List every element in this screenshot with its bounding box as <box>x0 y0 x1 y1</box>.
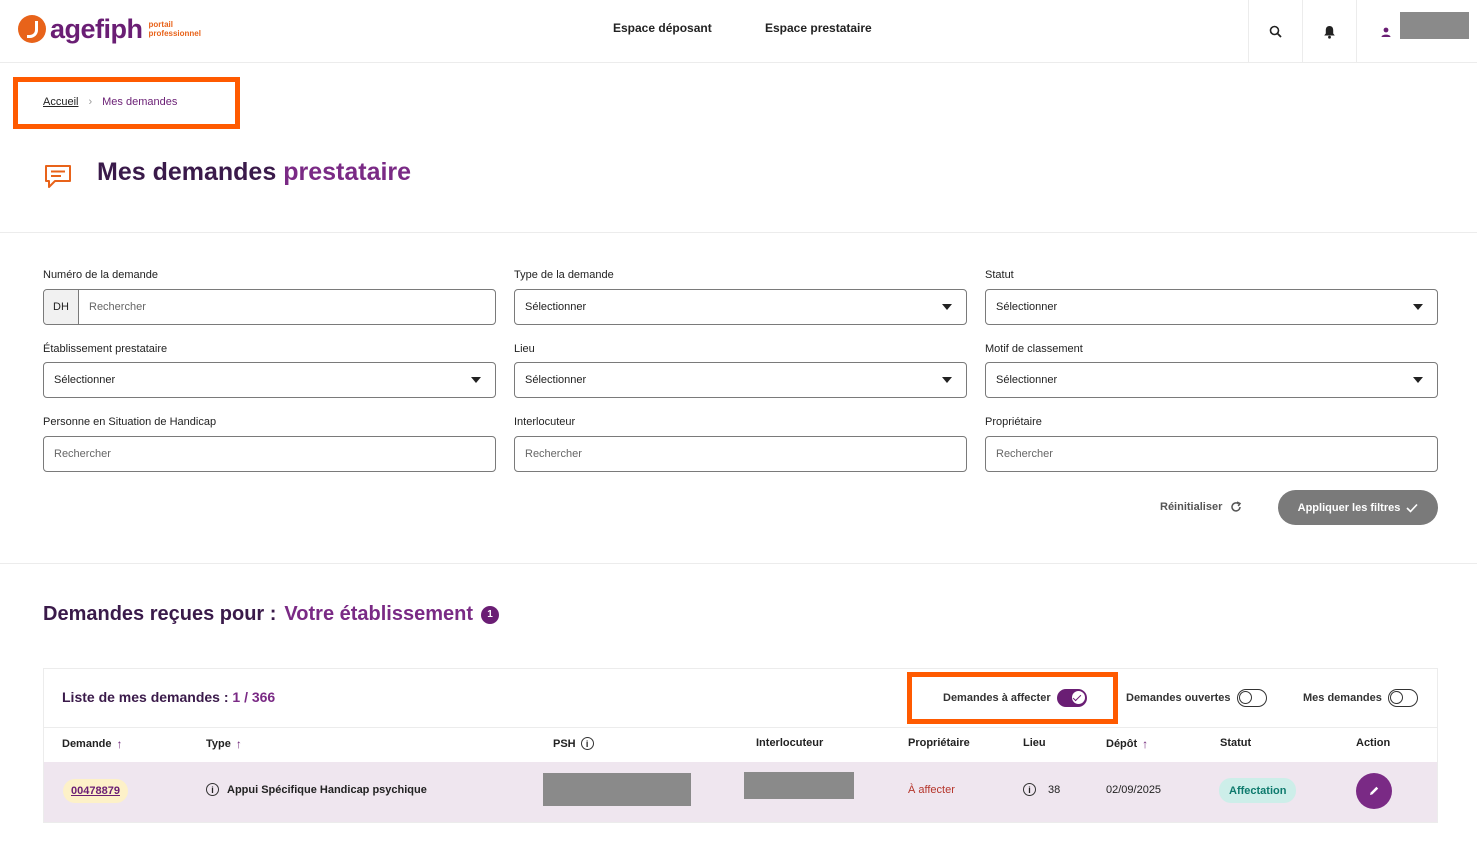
toggle-mes-demandes[interactable]: Mes demandes <box>1303 689 1418 707</box>
agefiph-logo-icon <box>18 15 46 43</box>
interlocuteur-label: Interlocuteur <box>514 416 576 428</box>
arrow-up-icon: ↑ <box>116 737 123 751</box>
nav-espace-deposant[interactable]: Espace déposant <box>613 21 712 35</box>
dh-prefix: DH <box>44 290 79 324</box>
notifications-button[interactable] <box>1302 0 1356 63</box>
user-icon <box>1381 27 1391 37</box>
status-badge: Affectation <box>1219 778 1297 803</box>
bell-icon <box>1324 25 1335 39</box>
section-title: Demandes reçues pour : Votre établisseme… <box>43 603 500 626</box>
proprietaire-input[interactable]: Rechercher <box>985 436 1438 472</box>
proprietaire-label: Propriétaire <box>985 416 1042 428</box>
top-header: agefiph portail professionnel Espace dép… <box>0 0 1477 63</box>
refresh-icon <box>1231 501 1242 512</box>
toggle-demandes-a-affecter[interactable]: Demandes à affecter <box>943 689 1087 707</box>
interlocuteur-redacted <box>744 772 854 799</box>
arrow-up-icon: ↑ <box>1142 737 1149 751</box>
divider <box>0 563 1477 564</box>
col-psh: PSH i <box>553 737 594 750</box>
depot-cell: 02/09/2025 <box>1106 784 1162 796</box>
pencil-icon <box>1370 786 1379 795</box>
interlocuteur-input[interactable]: Rechercher <box>514 436 967 472</box>
toggle-switch-off[interactable] <box>1387 689 1418 707</box>
type-label: Type de la demande <box>514 269 614 281</box>
caret-down-icon <box>942 304 952 310</box>
arrow-up-icon: ↑ <box>235 737 242 751</box>
user-menu-button[interactable] <box>1356 0 1400 63</box>
type-select[interactable]: Sélectionner <box>514 289 967 325</box>
psh-redacted <box>543 773 691 806</box>
statut-label: Statut <box>985 269 1014 281</box>
page-title: Mes demandes prestataire <box>97 158 412 186</box>
breadcrumb-current: Mes demandes <box>102 96 178 108</box>
toggle-demandes-ouvertes[interactable]: Demandes ouvertes <box>1126 689 1267 707</box>
type-cell: i Appui Spécifique Handicap psychique <box>206 783 427 796</box>
logo-subtitle: portail professionnel <box>148 20 201 38</box>
toggle-switch-on[interactable] <box>1056 689 1087 707</box>
toggle-switch-off[interactable] <box>1236 689 1267 707</box>
breadcrumb-home-link[interactable]: Accueil <box>43 96 78 108</box>
count-badge: 1 <box>481 605 500 624</box>
logo-text: agefiph <box>50 14 143 44</box>
check-icon <box>1072 692 1081 702</box>
col-proprietaire: Propriétaire <box>908 737 970 749</box>
chat-bubble-icon <box>43 163 73 194</box>
lieu-label: Lieu <box>514 343 535 355</box>
info-icon[interactable]: i <box>580 737 594 750</box>
agefiph-logo[interactable]: agefiph portail professionnel <box>18 15 201 43</box>
psh-input[interactable]: Rechercher <box>43 436 496 472</box>
info-icon[interactable]: i <box>1023 783 1036 796</box>
etablissement-select[interactable]: Sélectionner <box>43 362 496 398</box>
motif-select[interactable]: Sélectionner <box>985 362 1438 398</box>
breadcrumb: Accueil › Mes demandes <box>43 96 177 108</box>
demande-number-link[interactable]: 00478879 <box>63 779 128 803</box>
etablissement-label: Établissement prestataire <box>43 343 168 355</box>
check-icon <box>1406 503 1418 513</box>
search-button[interactable] <box>1248 0 1302 63</box>
col-demande[interactable]: Demande ↑ <box>62 737 123 751</box>
caret-down-icon <box>942 377 952 383</box>
psh-label: Personne en Situation de Handicap <box>43 416 217 428</box>
edit-button[interactable] <box>1356 773 1392 809</box>
caret-down-icon <box>1413 377 1423 383</box>
proprietaire-cell: À affecter <box>908 784 955 796</box>
caret-down-icon <box>471 377 481 383</box>
col-interlocuteur: Interlocuteur <box>756 737 824 749</box>
numero-label: Numéro de la demande <box>43 269 158 281</box>
col-type[interactable]: Type ↑ <box>206 737 242 751</box>
apply-filters-button[interactable]: Appliquer les filtres <box>1278 490 1438 525</box>
lieu-cell: i 38 <box>1023 783 1060 796</box>
col-depot[interactable]: Dépôt ↑ <box>1106 737 1148 751</box>
info-icon[interactable]: i <box>206 783 219 796</box>
nav-espace-prestataire[interactable]: Espace prestataire <box>765 21 872 35</box>
reset-button[interactable]: Réinitialiser <box>1160 501 1242 513</box>
numero-placeholder: Rechercher <box>89 301 146 313</box>
search-icon <box>1269 25 1282 38</box>
divider <box>0 232 1477 233</box>
caret-down-icon <box>1413 304 1423 310</box>
col-lieu: Lieu <box>1023 737 1046 749</box>
numero-input[interactable]: DH Rechercher <box>43 289 496 325</box>
lieu-select[interactable]: Sélectionner <box>514 362 967 398</box>
statut-select[interactable]: Sélectionner <box>985 289 1438 325</box>
col-statut: Statut <box>1220 737 1252 749</box>
user-name-redacted <box>1400 12 1469 39</box>
col-action: Action <box>1356 737 1391 749</box>
motif-label: Motif de classement <box>985 343 1083 355</box>
list-title: Liste de mes demandes : 1 / 366 <box>62 689 276 705</box>
chevron-right-icon: › <box>88 96 93 108</box>
